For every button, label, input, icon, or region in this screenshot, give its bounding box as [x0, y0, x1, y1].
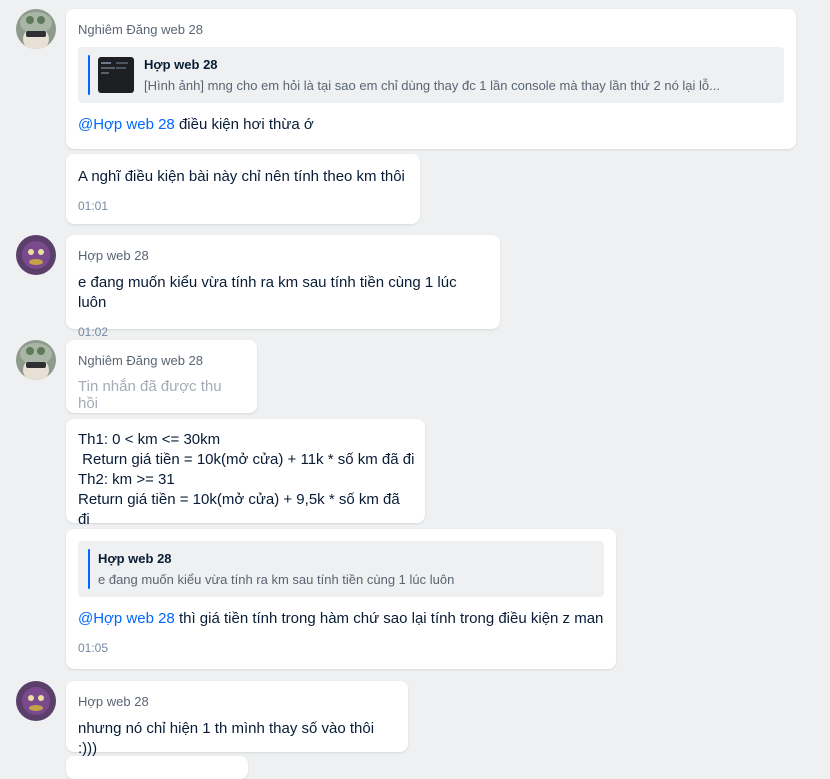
message-bubble[interactable]: Nghiêm Đăng web 28 Tin nhắn đã được thu … [66, 340, 257, 413]
message-line: Th1: 0 < km <= 30km [78, 431, 221, 448]
message-text: @Hợp web 28 thì giá tiền tính trong hàm … [78, 609, 604, 629]
sender-name: Hợp web 28 [78, 248, 149, 263]
user-avatar-purple-icon [16, 681, 56, 721]
message-line: Th2: km >= 31 [78, 471, 175, 488]
sender-name: Nghiêm Đăng web 28 [78, 22, 204, 37]
message-bubble[interactable]: Hợp web 28 e đang muốn kiểu vừa tính ra … [66, 235, 500, 339]
sender-name: Hợp web 28 [78, 694, 149, 709]
message-text: e đang muốn kiểu vừa tính ra km sau tính… [78, 274, 457, 311]
message-bubble[interactable]: Hợp web 28 nhưng nó chỉ hiện 1 th mình t… [66, 681, 408, 757]
message-bubble[interactable]: Th1: 0 < km <= 30km Return giá tiền = 10… [66, 419, 425, 528]
message-time: 01:02 [78, 325, 109, 339]
message-bubble[interactable]: Nghiêm Đăng web 28 Hợp web 28 [Hình ảnh]… [66, 9, 796, 149]
user-avatar-green-hat-icon [16, 340, 56, 380]
reply-quote-text: [Hình ảnh] mng cho em hỏi là tại sao em … [144, 78, 720, 93]
avatar-nghiem-dang[interactable] [16, 340, 56, 380]
reply-quote[interactable]: Hợp web 28 [Hình ảnh] mng cho em hỏi là … [78, 47, 784, 103]
reply-quote-text: e đang muốn kiểu vừa tính ra km sau tính… [98, 572, 455, 587]
reply-quote-title: Hợp web 28 [144, 57, 218, 72]
message-line: Return giá tiền = 10k(mở cửa) + 11k * số… [78, 451, 415, 468]
message-line: Return giá tiền = 10k(mở cửa) + 9,5k * s… [78, 491, 400, 528]
message-text: nhưng nó chỉ hiện 1 th mình thay số vào … [78, 720, 375, 757]
message-text-body: điều kiện hơi thừa ớ [174, 116, 314, 133]
message-text: @Hợp web 28 điều kiện hơi thừa ớ [78, 115, 784, 135]
avatar-nghiem-dang[interactable] [16, 9, 56, 49]
image-thumbnail-icon [98, 57, 134, 93]
message-time: 01:01 [78, 199, 109, 213]
reply-quote[interactable]: Hợp web 28 e đang muốn kiểu vừa tính ra … [78, 541, 604, 597]
sender-name: Nghiêm Đăng web 28 [78, 353, 204, 368]
message-text-body: thì giá tiền tính trong hàm chứ sao lại … [174, 610, 604, 627]
message-time: 01:05 [78, 641, 109, 655]
message-bubble[interactable]: Hợp web 28 e đang muốn kiểu vừa tính ra … [66, 529, 616, 669]
recalled-message-text: Tin nhắn đã được thu hồi [78, 378, 222, 412]
message-text: A nghĩ điều kiện bài này chỉ nên tính th… [78, 168, 405, 185]
mention-link[interactable]: @Hợp web 28 [78, 610, 175, 627]
mention-link[interactable]: @Hợp web 28 [78, 116, 175, 133]
message-bubble[interactable] [66, 756, 248, 779]
message-bubble[interactable]: A nghĩ điều kiện bài này chỉ nên tính th… [66, 154, 420, 224]
reply-quote-title: Hợp web 28 [98, 551, 172, 566]
user-avatar-green-hat-icon [16, 9, 56, 49]
avatar-hop-web[interactable] [16, 235, 56, 275]
user-avatar-purple-icon [16, 235, 56, 275]
avatar-hop-web[interactable] [16, 681, 56, 721]
